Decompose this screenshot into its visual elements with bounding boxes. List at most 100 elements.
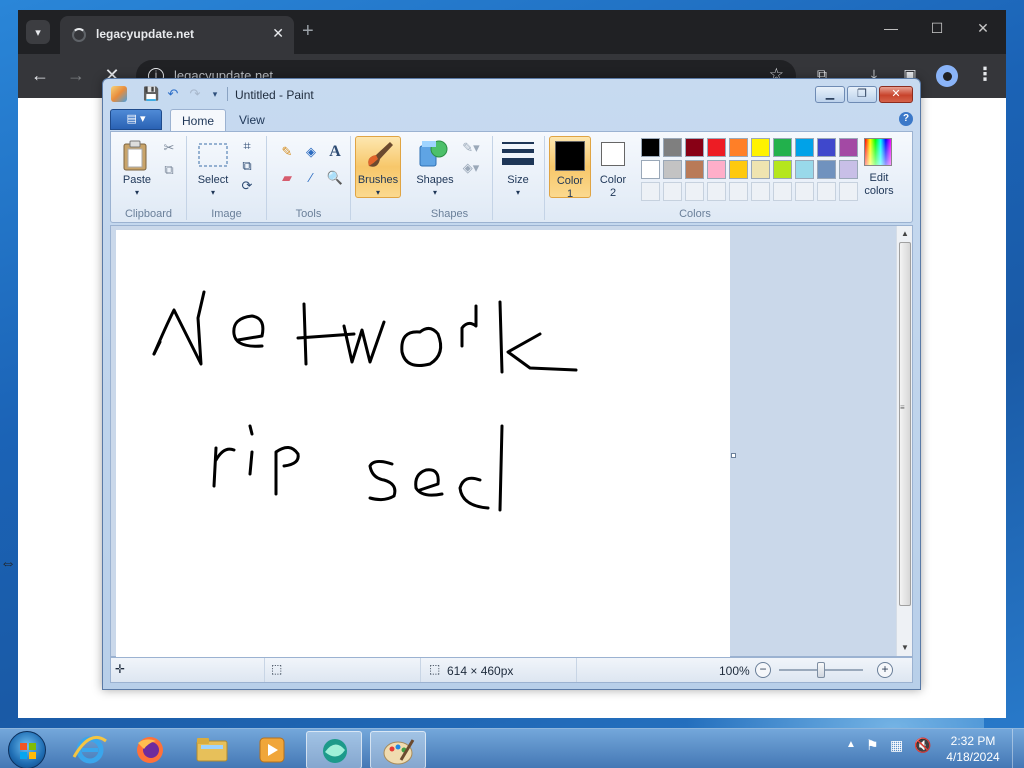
taskbar-paint[interactable] <box>370 731 426 768</box>
redo-icon[interactable]: ↷ <box>187 86 203 102</box>
undo-icon[interactable]: ↶ <box>165 86 181 102</box>
resize-icon[interactable]: ⧉ <box>237 156 257 176</box>
palette-custom-slot[interactable] <box>817 182 836 201</box>
palette-swatch[interactable] <box>707 160 726 179</box>
palette-swatch[interactable] <box>663 160 682 179</box>
zoom-slider-thumb[interactable] <box>817 662 825 678</box>
shapes-dropdown-icon[interactable]: ▾ <box>411 186 459 199</box>
palette-swatch[interactable] <box>707 138 726 157</box>
tab-legacyupdate[interactable]: legacyupdate.net ✕ <box>60 16 294 54</box>
rotate-icon[interactable]: ⟳ <box>237 176 257 196</box>
new-tab-button[interactable]: + <box>302 20 314 42</box>
taskbar-app-teal[interactable] <box>306 731 362 768</box>
taskbar-internet-explorer[interactable] <box>62 731 118 768</box>
palette-custom-slot[interactable] <box>729 182 748 201</box>
paste-dropdown-icon[interactable]: ▾ <box>115 186 159 199</box>
palette-swatch[interactable] <box>663 138 682 157</box>
canvas-resize-handle-right[interactable] <box>731 453 736 458</box>
palette-swatch[interactable] <box>795 160 814 179</box>
size-dropdown-icon[interactable]: ▾ <box>497 186 539 199</box>
palette-swatch[interactable] <box>773 138 792 157</box>
scroll-thumb[interactable] <box>899 242 911 606</box>
tab-close-icon[interactable]: ✕ <box>272 25 284 42</box>
palette-custom-slot[interactable] <box>663 182 682 201</box>
taskbar-media-player[interactable] <box>244 731 300 768</box>
network-icon[interactable]: ▦ <box>890 737 903 754</box>
volume-muted-icon[interactable]: 🔇 <box>914 737 931 754</box>
zoom-in-icon[interactable]: + <box>877 662 893 678</box>
save-icon[interactable]: 💾 <box>143 86 159 102</box>
vertical-scrollbar[interactable]: ▲ ≡ ▼ <box>896 226 912 656</box>
palette-custom-slot[interactable] <box>773 182 792 201</box>
paint-minimize-button[interactable]: ▁ <box>815 86 845 103</box>
fill-icon[interactable]: ◈▾ <box>461 158 481 178</box>
color2-button[interactable]: Color 2 <box>593 136 633 199</box>
palette-swatch[interactable] <box>729 160 748 179</box>
palette-swatch[interactable] <box>729 138 748 157</box>
pencil-icon[interactable]: ✎ <box>277 142 297 162</box>
palette-swatch[interactable] <box>641 160 660 179</box>
paint-close-button[interactable]: ✕ <box>879 86 913 103</box>
maximize-button[interactable]: ☐ <box>922 20 952 37</box>
shapes-icon[interactable] <box>417 138 451 170</box>
eraser-icon[interactable]: ▰ <box>277 168 297 188</box>
outline-icon[interactable]: ✎▾ <box>461 138 481 158</box>
palette-custom-slot[interactable] <box>641 182 660 201</box>
palette-swatch[interactable] <box>685 138 704 157</box>
show-desktop-button[interactable] <box>1012 729 1024 768</box>
drawing-canvas[interactable] <box>116 230 730 658</box>
palette-custom-slot[interactable] <box>707 182 726 201</box>
paint-restore-button[interactable]: ❐ <box>847 86 877 103</box>
profile-avatar-icon[interactable] <box>936 65 958 87</box>
palette-custom-slot[interactable] <box>795 182 814 201</box>
browser-menu-icon[interactable]: ⋮ <box>976 64 994 85</box>
palette-swatch[interactable] <box>817 138 836 157</box>
tab-search-icon[interactable]: ▾ <box>26 20 50 44</box>
color1-button[interactable]: Color 1 <box>549 136 591 200</box>
select-dropdown-icon[interactable]: ▾ <box>193 186 233 199</box>
forward-arrow-icon[interactable]: → <box>64 64 88 88</box>
paint-menu-button[interactable]: ▤ ▾ <box>110 109 162 130</box>
palette-custom-slot[interactable] <box>839 182 858 201</box>
palette-swatch[interactable] <box>795 138 814 157</box>
palette-swatch[interactable] <box>751 160 770 179</box>
crop-icon[interactable]: ⌗ <box>237 136 257 156</box>
brushes-button[interactable]: Brushes ▾ <box>355 136 401 198</box>
zoom-out-icon[interactable]: − <box>755 662 771 678</box>
close-window-button[interactable]: ✕ <box>968 20 998 37</box>
palette-swatch[interactable] <box>773 160 792 179</box>
palette-swatch[interactable] <box>685 160 704 179</box>
taskbar-file-explorer[interactable] <box>184 731 240 768</box>
cut-icon[interactable]: ✂ <box>159 138 179 158</box>
back-arrow-icon[interactable]: ← <box>28 64 52 88</box>
palette-swatch[interactable] <box>751 138 770 157</box>
edit-colors-button[interactable]: Edit colors <box>857 136 901 198</box>
palette-custom-slot[interactable] <box>685 182 704 201</box>
text-icon[interactable]: A <box>325 142 345 162</box>
show-hidden-icons[interactable]: ▲ <box>846 739 856 750</box>
action-center-flag-icon[interactable]: ⚑ <box>866 737 879 754</box>
copy-icon[interactable]: ⧉ <box>159 160 179 180</box>
palette-custom-slot[interactable] <box>751 182 770 201</box>
magnifier-icon[interactable]: 🔍 <box>325 168 345 188</box>
paint-app-icon[interactable] <box>111 86 127 102</box>
tab-view[interactable]: View <box>228 109 276 132</box>
taskbar-firefox[interactable] <box>122 731 178 768</box>
customize-qat-icon[interactable]: ▾ <box>207 86 223 102</box>
scroll-down-icon[interactable]: ▼ <box>897 640 913 656</box>
scroll-up-icon[interactable]: ▲ <box>897 226 913 242</box>
select-icon[interactable] <box>197 142 229 168</box>
palette-swatch[interactable] <box>641 138 660 157</box>
palette-swatch[interactable] <box>839 160 858 179</box>
palette-swatch[interactable] <box>839 138 858 157</box>
help-icon[interactable]: ? <box>899 112 913 126</box>
minimize-button[interactable]: — <box>876 20 906 36</box>
color-picker-icon[interactable]: ⁄ <box>301 168 321 188</box>
paste-icon[interactable] <box>121 140 151 172</box>
palette-swatch[interactable] <box>817 160 836 179</box>
fill-bucket-icon[interactable]: ◈ <box>301 142 321 162</box>
start-button[interactable] <box>8 731 46 768</box>
tab-home[interactable]: Home <box>170 109 227 132</box>
clock[interactable]: 2:32 PM 4/18/2024 <box>940 733 1006 765</box>
size-icon[interactable] <box>501 140 535 168</box>
